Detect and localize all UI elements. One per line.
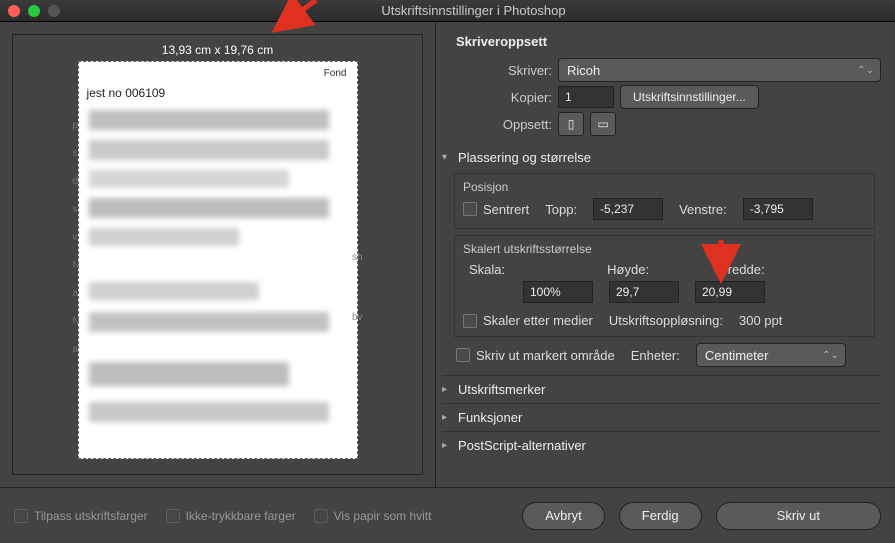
scale-to-media-label: Skaler etter medier [483,313,593,328]
chevron-right-icon: ▸ [442,440,454,451]
chevron-right-icon: ▸ [442,384,454,395]
chevron-updown-icon: ⌃⌄ [822,350,839,361]
chevron-updown-icon: ⌃⌄ [857,65,874,76]
titlebar: Utskriftsinnstillinger i Photoshop [0,0,895,22]
center-checkbox-label: Sentrert [483,202,529,217]
scale-input[interactable] [523,281,593,303]
orientation-landscape-button[interactable]: ▭ [590,112,616,136]
paper-white-checkbox-wrap: Vis papir som hvitt [314,509,432,523]
scaled-size-group: Skalert utskriftsstørrelse Skala: Høyde:… [454,235,875,337]
gamut-warning-label: Ikke-trykkbare farger [186,509,296,523]
landscape-icon: ▭ [597,117,608,131]
printer-dropdown[interactable]: Ricoh ⌃⌄ [558,58,881,82]
gamut-warning-checkbox [166,509,180,523]
layout-label: Oppsett: [452,117,552,132]
print-selected-label: Skriv ut markert område [476,348,615,363]
center-checkbox[interactable] [463,202,477,216]
print-selected-checkbox[interactable] [456,348,470,362]
preview-side-label: sh [352,252,363,263]
settings-panel: Skriveroppsett Skriver: Ricoh ⌃⌄ Kopier:… [435,22,895,487]
print-resolution-value: 300 ppt [739,313,782,328]
top-input[interactable] [593,198,663,220]
copies-label: Kopier: [452,90,552,105]
window-controls [8,5,60,17]
width-input[interactable] [695,281,765,303]
match-print-colors-label: Tilpass utskriftsfarger [34,509,148,523]
scale-label: Skala: [469,262,505,277]
functions-heading: Funksjoner [458,410,522,425]
position-group: Posisjon Sentrert Topp: Venstre: [454,173,875,229]
position-label: Posisjon [463,180,866,194]
left-label: Venstre: [679,202,727,217]
preview-doc-heading: jest no 006109 [87,86,166,100]
printer-dropdown-value: Ricoh [567,63,600,78]
match-print-colors-checkbox-wrap: Tilpass utskriftsfarger [14,509,148,523]
postscript-heading: PostScript-alternativer [458,438,586,453]
units-dropdown-value: Centimeter [705,348,769,363]
functions-disclosure[interactable]: ▸ Funksjoner [442,403,881,431]
match-print-colors-checkbox [14,509,28,523]
printer-setup-heading: Skriveroppsett [442,28,881,55]
paper-white-checkbox [314,509,328,523]
portrait-icon: ▯ [568,117,575,131]
height-input[interactable] [609,281,679,303]
done-button[interactable]: Ferdig [619,502,702,530]
preview-dimensions: 13,93 cm x 19,76 cm [162,43,273,57]
scaled-size-label: Skalert utskriftsstørrelse [463,242,866,256]
zoom-window-button [48,5,60,17]
bottom-bar: Tilpass utskriftsfarger Ikke-trykkbare f… [0,487,895,543]
preview-ghost-letters: psdsvNaNa [73,112,80,364]
print-marks-heading: Utskriftsmerker [458,382,545,397]
scale-to-media-checkbox-wrap[interactable]: Skaler etter medier [463,313,593,328]
gamut-warning-checkbox-wrap: Ikke-trykkbare farger [166,509,296,523]
postscript-disclosure[interactable]: ▸ PostScript-alternativer [442,431,881,459]
close-window-button[interactable] [8,5,20,17]
position-size-heading: Plassering og størrelse [458,150,591,165]
window-title: Utskriftsinnstillinger i Photoshop [60,3,887,18]
scale-to-media-checkbox[interactable] [463,314,477,328]
top-label: Topp: [545,202,577,217]
units-label: Enheter: [631,348,680,363]
minimize-window-button[interactable] [28,5,40,17]
copies-input[interactable] [558,86,614,108]
left-input[interactable] [743,198,813,220]
print-settings-button[interactable]: Utskriftsinnstillinger... [620,85,759,109]
preview-doc-tag: Fond [324,68,347,79]
position-size-disclosure[interactable]: ▾ Plassering og størrelse [442,144,881,171]
paper-white-label: Vis papir som hvitt [334,509,432,523]
print-marks-disclosure[interactable]: ▸ Utskriftsmerker [442,375,881,403]
print-selected-checkbox-wrap[interactable]: Skriv ut markert område [456,348,615,363]
printer-label: Skriver: [452,63,552,78]
print-preview-canvas[interactable]: Fond jest no 006109 psdsvNaNa sh bv [78,61,358,459]
center-checkbox-wrap[interactable]: Sentrert [463,202,529,217]
width-label: Bredde: [719,262,765,277]
chevron-down-icon: ▾ [442,152,454,163]
units-dropdown[interactable]: Centimeter ⌃⌄ [696,343,846,367]
preview-panel: 13,93 cm x 19,76 cm Fond jest no 006109 … [0,22,435,487]
preview-box: 13,93 cm x 19,76 cm Fond jest no 006109 … [12,34,423,475]
print-button[interactable]: Skriv ut [716,502,881,530]
height-label: Høyde: [607,262,649,277]
print-resolution-label: Utskriftsoppløsning: [609,313,723,328]
chevron-right-icon: ▸ [442,412,454,423]
orientation-portrait-button[interactable]: ▯ [558,112,584,136]
preview-side-label: bv [352,312,363,323]
cancel-button[interactable]: Avbryt [522,502,605,530]
